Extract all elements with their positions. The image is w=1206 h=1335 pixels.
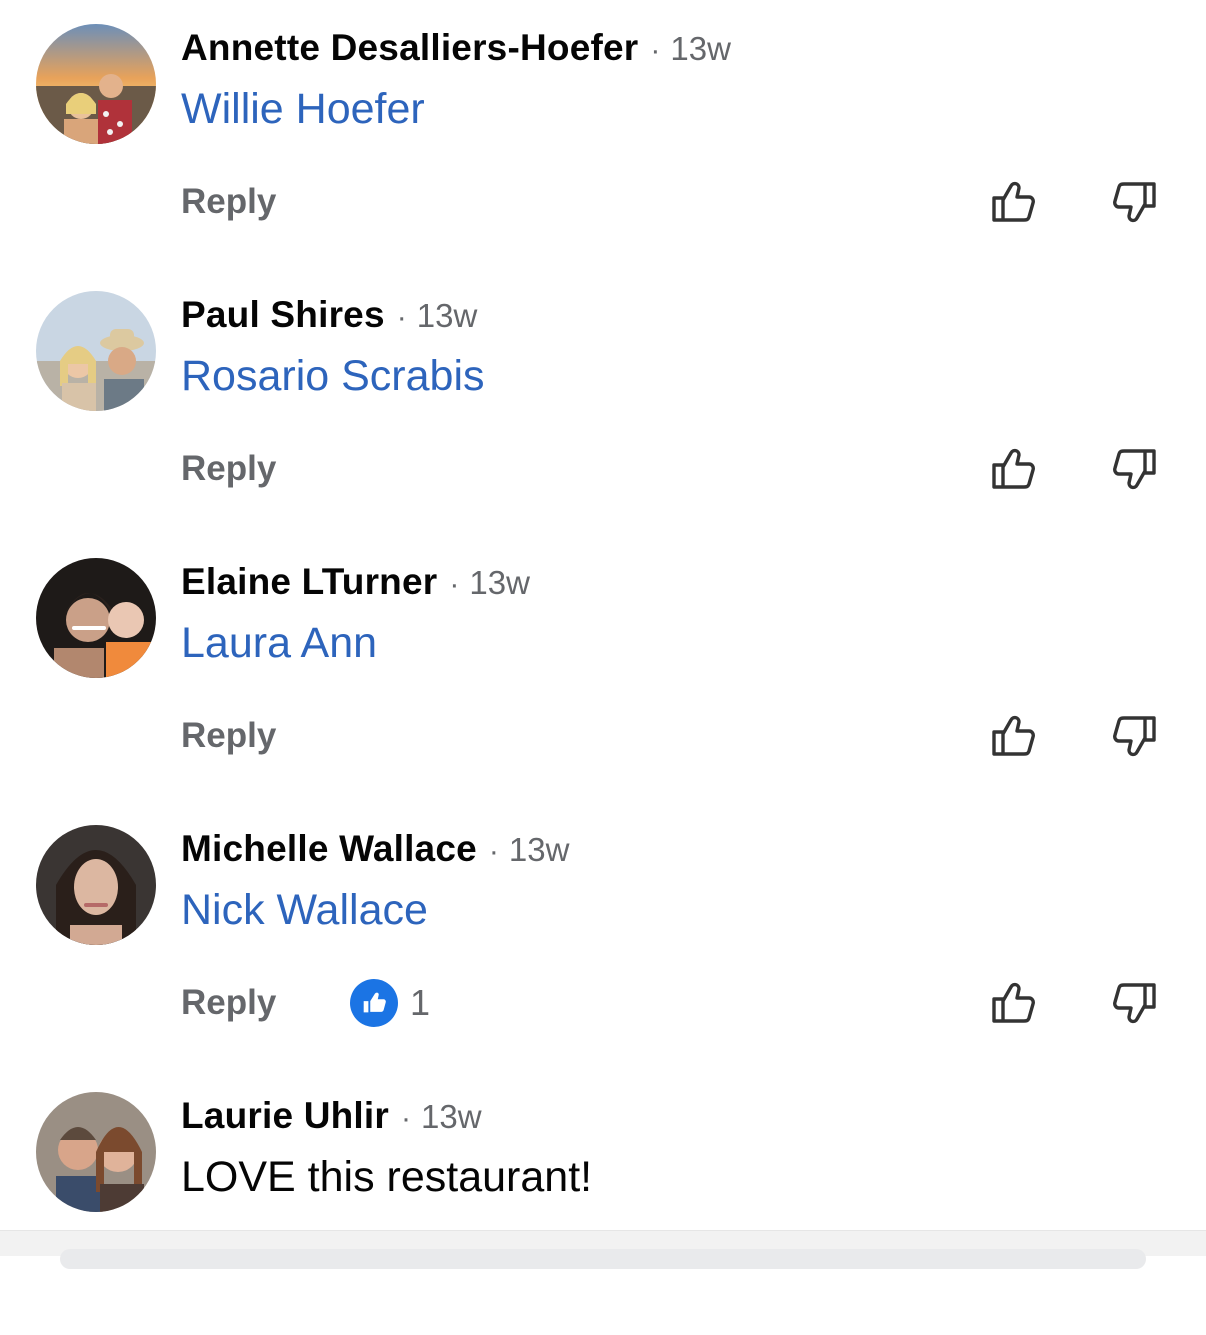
avatar[interactable] <box>36 1092 156 1212</box>
comment-item: Annette Desalliers-Hoefer · 13w Willie Hoe… <box>0 0 1206 267</box>
separator-dot: · <box>396 301 407 334</box>
avatar-photo <box>36 1092 156 1212</box>
reply-button[interactable]: Reply <box>181 447 276 491</box>
comment-header: Elaine LTurner · 13w <box>181 560 530 612</box>
reaction-summary[interactable]: 1 <box>350 979 430 1027</box>
timestamp[interactable]: 13w <box>509 831 570 868</box>
author-name[interactable]: Paul Shires <box>181 294 385 335</box>
thumbs-up-icon[interactable] <box>988 710 1040 762</box>
comment-item: Michelle Wallace · 13w Nick Wallace Reply … <box>0 801 1206 1068</box>
comment-header: Laurie Uhlir · 13w <box>181 1094 482 1146</box>
like-icon <box>350 979 398 1027</box>
separator-dot: · <box>401 1102 411 1135</box>
avatar[interactable] <box>36 291 156 411</box>
separator-dot: · <box>650 34 661 67</box>
reply-button[interactable]: Reply <box>181 180 276 224</box>
reply-button[interactable]: Reply <box>181 981 276 1025</box>
thumbs-down-icon[interactable] <box>1108 176 1160 228</box>
reaction-count: 1 <box>410 982 431 1023</box>
comment-item: Elaine LTurner · 13w Laura Ann Reply <box>0 534 1206 801</box>
thumbs-down-icon[interactable] <box>1108 977 1160 1029</box>
mention-link[interactable]: Rosario Scrabis <box>181 351 485 401</box>
comment-composer-bar <box>0 1230 1206 1269</box>
avatar[interactable] <box>36 558 156 678</box>
comment-actions: Reply <box>0 447 1206 495</box>
separator-dot: · <box>488 835 499 868</box>
separator-dot: · <box>449 568 460 601</box>
timestamp[interactable]: 13w <box>421 1098 482 1135</box>
comment-header: Annette Desalliers-Hoefer · 13w <box>181 26 731 78</box>
timestamp[interactable]: 13w <box>469 564 530 601</box>
author-name[interactable]: Elaine LTurner <box>181 561 437 602</box>
mention-link[interactable]: Nick Wallace <box>181 885 428 935</box>
avatar-photo <box>36 825 156 945</box>
comment-header: Michelle Wallace · 13w <box>181 827 569 879</box>
thumbs-up-icon[interactable] <box>988 176 1040 228</box>
comment-composer-input[interactable] <box>60 1249 1146 1269</box>
author-name[interactable]: Michelle Wallace <box>181 828 477 869</box>
like-thumb-glyph <box>363 992 386 1013</box>
comment-actions: Reply <box>0 180 1206 228</box>
avatar[interactable] <box>36 24 156 144</box>
author-name[interactable]: Annette Desalliers-Hoefer <box>181 27 638 68</box>
avatar[interactable] <box>36 825 156 945</box>
comment-item: Paul Shires · 13w Rosario Scrabis Reply <box>0 267 1206 534</box>
timestamp[interactable]: 13w <box>670 30 731 67</box>
avatar-photo <box>36 24 156 144</box>
avatar-photo <box>36 291 156 411</box>
comment-text: LOVE this restaurant! <box>181 1153 593 1201</box>
comment-item: Laurie Uhlir · 13w LOVE this restaurant! <box>0 1068 1206 1335</box>
mention-link[interactable]: Willie Hoefer <box>181 84 425 134</box>
comment-header: Paul Shires · 13w <box>181 293 477 345</box>
mention-link[interactable]: Laura Ann <box>181 618 377 668</box>
thumbs-down-icon[interactable] <box>1108 710 1160 762</box>
comment-actions: Reply 1 <box>0 979 1206 1029</box>
reply-button[interactable]: Reply <box>181 714 276 758</box>
thumbs-down-icon[interactable] <box>1108 443 1160 495</box>
timestamp[interactable]: 13w <box>417 297 478 334</box>
thumbs-up-icon[interactable] <box>988 977 1040 1029</box>
comment-actions: Reply <box>0 714 1206 762</box>
avatar-photo <box>36 558 156 678</box>
author-name[interactable]: Laurie Uhlir <box>181 1095 389 1136</box>
thumbs-up-icon[interactable] <box>988 443 1040 495</box>
